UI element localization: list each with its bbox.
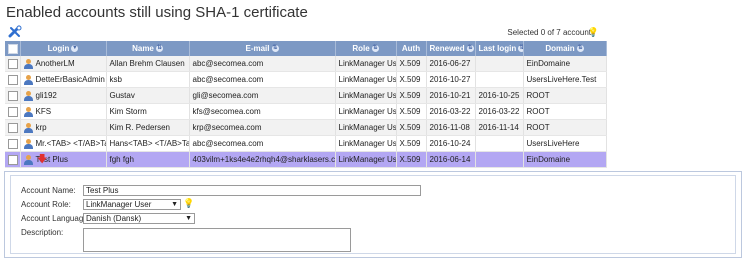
table-row[interactable]: Mr.<TAB> <T/AB>Tab Hans<TAB> <T/AB>Tab a… — [5, 135, 607, 152]
column-header-name[interactable]: Name ⇅ — [106, 41, 190, 56]
user-icon — [23, 58, 33, 69]
column-header-auth[interactable]: Auth — [396, 41, 427, 56]
sort-desc-icon: ▼ — [71, 45, 79, 53]
row-checkbox[interactable] — [8, 58, 18, 69]
description-label: Description: — [21, 228, 64, 237]
table-row[interactable]: KFS Kim Storm kfs@secomea.com LinkManage… — [5, 103, 607, 120]
account-details-panel: Account Name: Test Plus Account Role: Li… — [4, 171, 742, 258]
user-icon — [23, 122, 33, 133]
user-icon — [23, 74, 33, 85]
user-icon — [23, 138, 33, 149]
row-checkbox[interactable] — [8, 74, 18, 85]
chevron-down-icon: ▼ — [171, 201, 178, 208]
column-header-role[interactable]: Role ⇅ — [335, 41, 397, 56]
account-language-select[interactable]: Danish (Dansk) ▼ — [83, 213, 195, 224]
column-header-login[interactable]: Login ▼ — [20, 41, 107, 56]
sort-icon: ⇅ — [518, 45, 522, 53]
column-header-renewed[interactable]: Renewed ⇅ — [426, 41, 476, 56]
account-language-label: Account Language: — [21, 214, 90, 223]
row-checkbox[interactable] — [8, 138, 18, 149]
sort-icon: ⇅ — [466, 45, 474, 53]
table-row[interactable]: DetteErBasicAdmin ksb abc@secomea.com Li… — [5, 71, 607, 88]
row-checkbox[interactable] — [8, 154, 18, 165]
row-checkbox[interactable] — [8, 122, 18, 133]
table-row[interactable]: AnotherLM Allan Brehm Clausen abc@secome… — [5, 56, 607, 72]
column-header-last-login[interactable]: Last login⇅ — [475, 41, 524, 56]
account-details-form: Account Name: Test Plus Account Role: Li… — [10, 175, 736, 254]
user-icon — [23, 90, 33, 101]
table-row-selected[interactable]: Test Plus fgh fgh 403vilm+1ks4e4e2rhqh4@… — [5, 151, 607, 168]
sort-icon: ⇅ — [271, 45, 279, 53]
account-role-label: Account Role: — [21, 200, 71, 209]
table-row[interactable]: krp Kim R. Pedersen krp@secomea.com Link… — [5, 119, 607, 136]
select-all-header[interactable] — [5, 41, 21, 56]
column-header-domain[interactable]: Domain ⇅ — [523, 41, 607, 56]
column-header-email[interactable]: E-mail ⇅ — [189, 41, 336, 56]
tools-icon[interactable] — [8, 25, 22, 39]
account-name-label: Account Name: — [21, 186, 76, 195]
select-all-checkbox[interactable] — [8, 43, 18, 54]
sort-icon: ⇅ — [371, 45, 379, 53]
sort-icon: ⇅ — [576, 45, 584, 53]
lightbulb-icon: 💡 — [587, 27, 599, 37]
accounts-table: Login ▼ Name ⇅ E-mail ⇅ Role ⇅ Auth Renewed ⇅… — [5, 41, 607, 168]
row-checkbox[interactable] — [8, 106, 18, 117]
account-role-select[interactable]: LinkManager User ▼ — [83, 199, 181, 210]
lightbulb-icon: 💡 — [183, 198, 195, 208]
arrow-down-icon: 🡇 — [37, 154, 48, 165]
page-title: Enabled accounts still using SHA-1 certi… — [6, 4, 308, 21]
chevron-down-icon: ▼ — [185, 215, 192, 222]
selection-count: Selected 0 of 7 accounts — [507, 28, 595, 37]
row-checkbox[interactable] — [8, 90, 18, 101]
sort-icon: ⇅ — [155, 45, 163, 53]
account-name-input[interactable]: Test Plus — [83, 185, 421, 196]
table-row[interactable]: gli192 Gustav gli@secomea.com LinkManage… — [5, 87, 607, 104]
user-icon — [23, 154, 33, 165]
description-textarea[interactable] — [83, 228, 351, 252]
table-header-row: Login ▼ Name ⇅ E-mail ⇅ Role ⇅ Auth Renewed ⇅… — [5, 41, 607, 56]
user-icon — [23, 106, 33, 117]
